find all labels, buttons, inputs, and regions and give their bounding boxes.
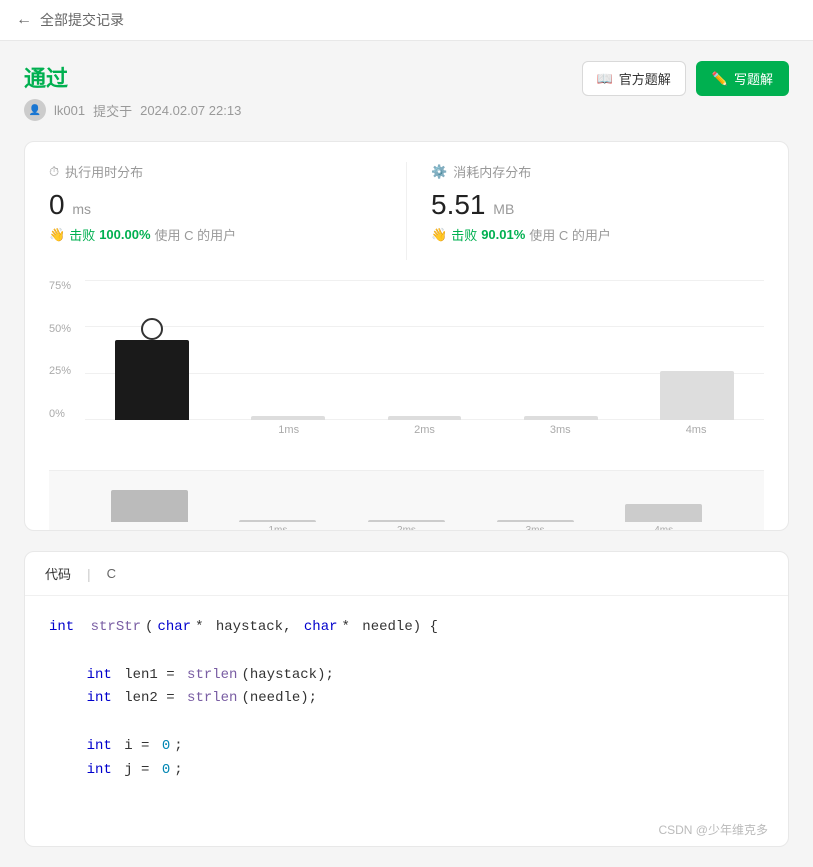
time-stat-value: 0 ms — [49, 189, 382, 221]
user-info: 👤 lk001 提交于 2024.02.07 22:13 — [24, 99, 241, 121]
stats-card: ⏱ 执行用时分布 0 ms 👋 击败 100.00% 使用 C 的用户 — [24, 141, 789, 531]
mem-stat-section: ⚙️ 消耗内存分布 5.51 MB 👋 击败 90.01% 使用 C 的用户 — [407, 162, 764, 260]
bar-1 — [251, 416, 325, 420]
overview-group-2: 2ms — [342, 482, 471, 522]
x-label-4ms: 4ms — [628, 424, 764, 436]
bar-group-4 — [630, 280, 764, 420]
code-tab[interactable]: 代码 — [45, 564, 71, 583]
action-buttons: 📖 官方题解 ✏️ 写题解 — [582, 61, 789, 96]
write-solution-button[interactable]: ✏️ 写题解 — [696, 61, 789, 96]
submitted-text: 提交于 — [93, 101, 132, 120]
overview-group-1: 1ms — [214, 482, 343, 522]
code-line-2 — [49, 640, 764, 664]
code-line-7: int j = 0 ; — [49, 759, 764, 783]
overview-label-4ms: 4ms — [654, 525, 673, 531]
clock-icon: ⏱ — [49, 164, 59, 180]
overview-group-0 — [85, 482, 214, 522]
code-line-1: int strStr ( char * haystack, char * nee… — [49, 616, 764, 640]
kw-int-1: int — [49, 616, 74, 640]
overview-group-4: 4ms — [599, 482, 728, 522]
overview-bar-3 — [497, 520, 574, 522]
bar-0 — [115, 340, 189, 420]
code-divider: | — [87, 566, 91, 582]
time-stat-section: ⏱ 执行用时分布 0 ms 👋 击败 100.00% 使用 C 的用户 — [49, 162, 407, 260]
bar-group-0 — [85, 280, 219, 420]
code-line-6: int i = 0 ; — [49, 735, 764, 759]
overview-label-1ms: 1ms — [268, 525, 287, 531]
mem-stat-title: ⚙️ 消耗内存分布 — [431, 162, 764, 181]
code-line-3: int len1 = strlen (haystack); — [49, 664, 764, 688]
page-wrapper: ← 全部提交记录 通过 👤 lk001 提交于 2024.02.07 22:13… — [0, 0, 813, 867]
overview-bar-2 — [368, 520, 445, 522]
x-axis: 1ms 2ms 3ms 4ms — [85, 424, 764, 436]
time-stat-title: ⏱ 执行用时分布 — [49, 162, 382, 181]
official-solution-button[interactable]: 📖 官方题解 — [582, 61, 686, 96]
stats-row: ⏱ 执行用时分布 0 ms 👋 击败 100.00% 使用 C 的用户 — [49, 162, 764, 260]
bar-group-2 — [357, 280, 491, 420]
submission-date: 2024.02.07 22:13 — [140, 103, 241, 118]
x-label-2ms: 2ms — [357, 424, 493, 436]
status-label: 通过 — [24, 61, 241, 93]
y-axis: 0% 25% 50% 75% — [49, 280, 71, 420]
hand-icon-2: 👋 — [431, 227, 447, 243]
x-label-0ms — [85, 424, 221, 436]
code-section: 代码 | C int strStr ( char * haystack, cha… — [24, 551, 789, 847]
chart-container: 0% 25% 50% 75% — [49, 270, 764, 470]
status-section: 通过 👤 lk001 提交于 2024.02.07 22:13 — [24, 61, 241, 121]
main-content: 通过 👤 lk001 提交于 2024.02.07 22:13 📖 官方题解 ✏… — [0, 41, 813, 867]
chart-bars — [85, 280, 764, 420]
overview-group-3: 3ms — [471, 482, 600, 522]
chart-overview: 1ms 2ms 3ms 4ms — [49, 470, 764, 530]
bar-group-3 — [494, 280, 628, 420]
bar-4 — [660, 371, 734, 420]
book-icon: 📖 — [597, 71, 613, 87]
edit-icon: ✏️ — [712, 71, 728, 87]
memory-icon: ⚙️ — [431, 164, 447, 180]
bar-3 — [524, 416, 598, 420]
x-label-1ms: 1ms — [221, 424, 357, 436]
user-indicator — [141, 318, 163, 340]
x-label-3ms: 3ms — [492, 424, 628, 436]
time-beat: 👋 击败 100.00% 使用 C 的用户 — [49, 225, 382, 244]
code-body: int strStr ( char * haystack, char * nee… — [25, 596, 788, 813]
overview-bar-4 — [625, 504, 702, 522]
nav-title: 全部提交记录 — [40, 10, 124, 30]
code-header: 代码 | C — [25, 552, 788, 596]
mem-stat-value: 5.51 MB — [431, 189, 764, 221]
bar-group-1 — [221, 280, 355, 420]
overview-label-3ms: 3ms — [526, 525, 545, 531]
code-line-4: int len2 = strlen (needle); — [49, 687, 764, 711]
avatar: 👤 — [24, 99, 46, 121]
submission-header: 通过 👤 lk001 提交于 2024.02.07 22:13 📖 官方题解 ✏… — [24, 61, 789, 121]
top-nav: ← 全部提交记录 — [0, 0, 813, 41]
fn-strstr: strStr — [91, 616, 141, 640]
bar-2 — [388, 416, 462, 420]
overview-bar-0 — [111, 490, 188, 522]
hand-icon: 👋 — [49, 227, 65, 243]
username: lk001 — [54, 103, 85, 118]
overview-bar-1 — [239, 520, 316, 522]
overview-label-2ms: 2ms — [397, 525, 416, 531]
watermark: CSDN @少年维克多 — [25, 813, 788, 846]
code-lang: C — [107, 566, 116, 581]
code-line-5 — [49, 711, 764, 735]
back-button[interactable]: ← — [16, 11, 32, 29]
mem-beat: 👋 击败 90.01% 使用 C 的用户 — [431, 225, 764, 244]
